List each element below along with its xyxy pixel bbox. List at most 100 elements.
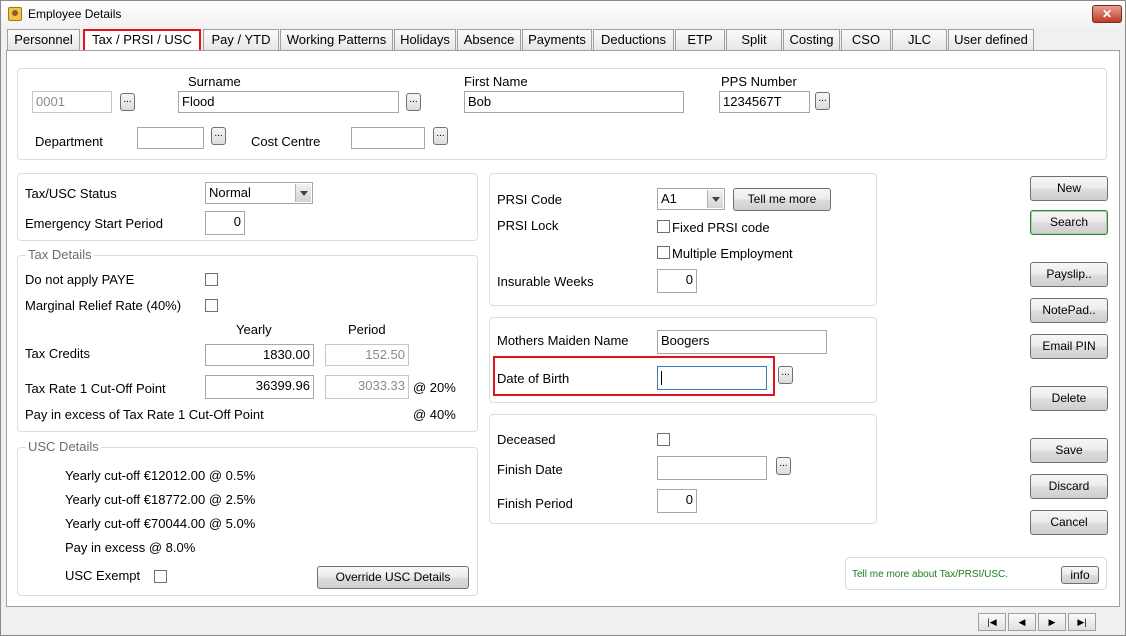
- override-usc-button[interactable]: Override USC Details: [317, 566, 469, 589]
- excess-label: Pay in excess of Tax Rate 1 Cut-Off Poin…: [25, 407, 264, 422]
- tab-pay-ytd[interactable]: Pay / YTD: [203, 29, 279, 51]
- tax-credits-period-field[interactable]: 152.50: [325, 344, 409, 366]
- mothers-maiden-name-label: Mothers Maiden Name: [497, 333, 629, 348]
- cutoff-period-field[interactable]: 3033.33: [325, 375, 409, 399]
- tab-user-defined[interactable]: User defined: [948, 29, 1034, 51]
- usc-exempt-label: USC Exempt: [65, 568, 141, 583]
- finish-date-label: Finish Date: [497, 462, 563, 477]
- rate2-label: @ 40%: [413, 407, 456, 422]
- period-header: Period: [348, 322, 386, 337]
- usc-details-group: USC Details Yearly cut-off €12012.00 @ 0…: [17, 439, 478, 596]
- employee-lookup-button[interactable]: ...: [120, 93, 135, 111]
- previous-record-icon[interactable]: ◀: [1008, 613, 1036, 631]
- tab-page-tax-prsi-usc: 0001 ... Surname Flood ... First Name Bo…: [6, 50, 1120, 607]
- tax-status-group: Tax/USC Status Normal Emergency Start Pe…: [17, 173, 478, 241]
- tab-deductions[interactable]: Deductions: [593, 29, 674, 51]
- tax-details-title: Tax Details: [26, 247, 94, 262]
- finish-date-picker-button[interactable]: ...: [776, 457, 791, 475]
- email-pin-button[interactable]: Email PIN: [1030, 334, 1108, 359]
- tax-usc-status-label: Tax/USC Status: [25, 186, 117, 201]
- date-of-birth-highlight: [493, 356, 775, 396]
- usc-band-1: Yearly cut-off €12012.00 @ 0.5%: [65, 468, 256, 483]
- first-record-icon[interactable]: |◀: [978, 613, 1006, 631]
- multiple-employment-label: Multiple Employment: [672, 246, 793, 261]
- usc-band-4: Pay in excess @ 8.0%: [65, 540, 196, 555]
- tab-holidays[interactable]: Holidays: [394, 29, 456, 51]
- fixed-prsi-checkbox[interactable]: [657, 220, 670, 233]
- fixed-prsi-label: Fixed PRSI code: [672, 220, 770, 235]
- usc-exempt-checkbox[interactable]: [154, 570, 167, 583]
- rate1-label: @ 20%: [413, 380, 456, 395]
- surname-label: Surname: [188, 74, 241, 89]
- tab-jlc[interactable]: JLC: [892, 29, 947, 51]
- emergency-start-period-label: Emergency Start Period: [25, 216, 164, 231]
- tab-working-patterns[interactable]: Working Patterns: [280, 29, 393, 51]
- discard-button[interactable]: Discard: [1030, 474, 1108, 499]
- prsi-code-label: PRSI Code: [497, 192, 563, 207]
- first-name-label: First Name: [464, 74, 528, 89]
- usc-band-2: Yearly cut-off €18772.00 @ 2.5%: [65, 492, 256, 507]
- surname-field[interactable]: Flood: [178, 91, 399, 113]
- multiple-employment-checkbox[interactable]: [657, 246, 670, 259]
- new-button[interactable]: New: [1030, 176, 1108, 201]
- next-record-icon[interactable]: ▶: [1038, 613, 1066, 631]
- tax-credits-yearly-field[interactable]: 1830.00: [205, 344, 314, 366]
- tab-absence[interactable]: Absence: [457, 29, 521, 51]
- tab-tax-prsi-usc[interactable]: Tax / PRSI / USC: [83, 29, 201, 52]
- tab-personnel[interactable]: Personnel: [7, 29, 80, 51]
- surname-lookup-button[interactable]: ...: [406, 93, 421, 111]
- tab-payments[interactable]: Payments: [522, 29, 592, 51]
- employee-header-group: 0001 ... Surname Flood ... First Name Bo…: [17, 68, 1107, 160]
- tab-costing[interactable]: Costing: [783, 29, 840, 51]
- department-field[interactable]: [137, 127, 204, 149]
- window-title: Employee Details: [28, 7, 122, 21]
- tax-usc-status-select[interactable]: Normal: [205, 182, 313, 204]
- yearly-header: Yearly: [236, 322, 272, 337]
- usc-details-title: USC Details: [26, 439, 101, 454]
- tell-me-more-button[interactable]: Tell me more: [733, 188, 831, 211]
- employee-number-field[interactable]: 0001: [32, 91, 112, 113]
- date-of-birth-picker-button[interactable]: ...: [778, 366, 793, 384]
- tab-split[interactable]: Split: [726, 29, 782, 51]
- cancel-button[interactable]: Cancel: [1030, 510, 1108, 535]
- prsi-group: PRSI Code A1 Tell me more PRSI Lock Fixe…: [489, 173, 877, 306]
- leaving-group: Deceased Finish Date ... Finish Period 0: [489, 414, 877, 524]
- notepad-button[interactable]: NotePad..: [1030, 298, 1108, 323]
- tab-cso[interactable]: CSO: [841, 29, 891, 51]
- insurable-weeks-label: Insurable Weeks: [497, 274, 594, 289]
- close-button[interactable]: ✕: [1092, 5, 1122, 23]
- no-paye-checkbox[interactable]: [205, 273, 218, 286]
- department-label: Department: [35, 134, 103, 149]
- delete-button[interactable]: Delete: [1030, 386, 1108, 411]
- tab-etp[interactable]: ETP: [675, 29, 725, 51]
- first-name-field[interactable]: Bob: [464, 91, 684, 113]
- cost-centre-label: Cost Centre: [251, 134, 321, 149]
- cutoff-yearly-field[interactable]: 36399.96: [205, 375, 314, 399]
- finish-date-field[interactable]: [657, 456, 767, 480]
- cost-centre-lookup-button[interactable]: ...: [433, 127, 448, 145]
- prsi-lock-label: PRSI Lock: [497, 218, 559, 233]
- search-button[interactable]: Search: [1030, 210, 1108, 235]
- payslip-button[interactable]: Payslip..: [1030, 262, 1108, 287]
- save-button[interactable]: Save: [1030, 438, 1108, 463]
- department-lookup-button[interactable]: ...: [211, 127, 226, 145]
- deceased-checkbox[interactable]: [657, 433, 670, 446]
- app-icon: [8, 7, 22, 21]
- insurable-weeks-field[interactable]: 0: [657, 269, 697, 293]
- finish-period-field[interactable]: 0: [657, 489, 697, 513]
- pps-number-field[interactable]: 1234567T: [719, 91, 810, 113]
- prsi-code-select[interactable]: A1: [657, 188, 725, 210]
- cost-centre-field[interactable]: [351, 127, 425, 149]
- pps-lookup-button[interactable]: ...: [815, 92, 830, 110]
- mothers-maiden-name-field[interactable]: Boogers: [657, 330, 827, 354]
- marginal-relief-checkbox[interactable]: [205, 299, 218, 312]
- finish-period-label: Finish Period: [497, 496, 573, 511]
- pps-number-label: PPS Number: [721, 74, 797, 89]
- emergency-start-period-field[interactable]: 0: [205, 211, 245, 235]
- tax-details-group: Tax Details Do not apply PAYE Marginal R…: [17, 247, 478, 432]
- deceased-label: Deceased: [497, 432, 556, 447]
- chevron-down-icon: [295, 184, 311, 202]
- info-button[interactable]: info: [1061, 566, 1099, 584]
- last-record-icon[interactable]: ▶|: [1068, 613, 1096, 631]
- employee-details-window: Employee Details ✕ Personnel Tax / PRSI …: [0, 0, 1126, 636]
